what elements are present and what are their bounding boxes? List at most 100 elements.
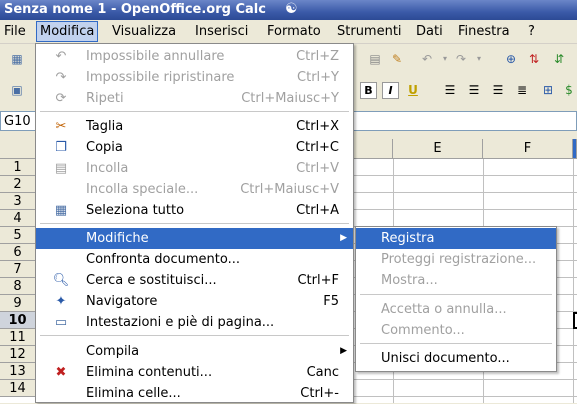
- edit-menu: ↶ Impossibile annullare Ctrl+Z ↷ Impossi…: [35, 43, 354, 403]
- row-header[interactable]: 8: [0, 278, 36, 295]
- menu-finestra[interactable]: Finestra: [455, 23, 513, 40]
- row-header[interactable]: 10: [0, 312, 36, 329]
- menu-bar: File Modifica Visualizza Inserisci Forma…: [0, 20, 577, 44]
- menu-dati[interactable]: Dati: [413, 23, 446, 40]
- menu-item-compare-document[interactable]: Confronta documento...: [36, 249, 353, 270]
- submenu-item-label: Mostra...: [381, 273, 438, 288]
- menu-item-copy[interactable]: ❐ Copia Ctrl+C: [36, 137, 353, 158]
- underline-icon[interactable]: U: [404, 81, 422, 99]
- formula-input[interactable]: [345, 111, 577, 131]
- new-document-icon[interactable]: ▦: [8, 50, 26, 68]
- menu-item-shortcut: Ctrl+X: [296, 119, 339, 134]
- menu-visualizza[interactable]: Visualizza: [109, 23, 179, 40]
- undo-icon: ↶: [55, 49, 67, 64]
- row-header[interactable]: 6: [0, 244, 36, 261]
- menu-item-label: Elimina celle...: [86, 386, 181, 401]
- menu-item-shortcut: Canc: [306, 365, 339, 380]
- openoffice-gull-icon: ☯: [285, 1, 298, 17]
- title-bar: Senza nome 1 - OpenOffice.org Calc ☯: [0, 0, 577, 20]
- menu-item-shortcut: Ctrl+F: [297, 273, 339, 288]
- row-header[interactable]: 1: [0, 159, 36, 176]
- menu-item-headers-footers[interactable]: ▭ Intestazioni e piè di pagina...: [36, 312, 353, 333]
- redo-toolbar-icon[interactable]: ↷: [452, 50, 470, 68]
- column-header-e[interactable]: E: [393, 139, 483, 159]
- row-header[interactable]: 13: [0, 363, 36, 380]
- menu-item-shortcut: Ctrl+-: [300, 386, 339, 401]
- menu-item-label: Impossibile ripristinare: [86, 70, 235, 85]
- row-header[interactable]: 9: [0, 295, 36, 312]
- row-header[interactable]: 7: [0, 261, 36, 278]
- column-header-g-selected[interactable]: [573, 139, 577, 159]
- submenu-item-accept-reject[interactable]: Accetta o annulla...: [356, 299, 556, 320]
- undo-toolbar-icon[interactable]: ↶: [418, 50, 436, 68]
- menu-item-redo[interactable]: ↷ Impossibile ripristinare Ctrl+Y: [36, 67, 353, 88]
- select-all-icon: ▦: [54, 203, 68, 218]
- align-left-icon[interactable]: ☰: [441, 81, 459, 99]
- submenu-item-comment[interactable]: Commento...: [356, 320, 556, 341]
- menu-item-find-replace[interactable]: 🔍︎ Cerca e sostituisci... Ctrl+F: [36, 270, 353, 291]
- menu-item-delete-cells[interactable]: Elimina celle... Ctrl+-: [36, 383, 353, 404]
- row-header[interactable]: 4: [0, 210, 36, 227]
- menu-item-label: Intestazioni e piè di pagina...: [86, 315, 275, 330]
- redo-icon: ↷: [55, 70, 67, 85]
- hyperlink-icon[interactable]: ⊕: [502, 50, 520, 68]
- grid-line: [573, 159, 574, 403]
- menu-modifica[interactable]: Modifica: [35, 21, 99, 42]
- menu-item-track-changes[interactable]: Modifiche ▶: [36, 228, 353, 249]
- italic-button[interactable]: I: [382, 82, 399, 99]
- sort-descending-icon[interactable]: ⇵: [550, 50, 568, 68]
- menu-item-label: Modifiche: [86, 231, 149, 246]
- menu-item-label: Incolla speciale...: [86, 182, 199, 197]
- cell-cursor: [573, 312, 577, 329]
- menu-item-cut[interactable]: ✂ Taglia Ctrl+X: [36, 116, 353, 137]
- align-center-icon[interactable]: ☰: [465, 81, 483, 99]
- menu-item-repeat[interactable]: ⟳ Ripeti Ctrl+Maiusc+Y: [36, 88, 353, 109]
- row-header[interactable]: 2: [0, 176, 36, 193]
- name-box[interactable]: G10: [0, 111, 40, 131]
- menu-item-shortcut: Ctrl+V: [296, 161, 339, 176]
- justify-icon[interactable]: ≣: [513, 81, 531, 99]
- column-header-f[interactable]: F: [483, 139, 573, 159]
- menu-separator: [40, 335, 349, 336]
- menu-item-select-all[interactable]: ▦ Seleziona tutto Ctrl+A: [36, 200, 353, 221]
- navigator-icon: ✦: [55, 294, 67, 309]
- paste-toolbar-icon[interactable]: ▤: [366, 50, 384, 68]
- menu-item-navigator[interactable]: ✦ Navigatore F5: [36, 291, 353, 312]
- submenu-item-label: Proteggi registrazione...: [381, 252, 537, 267]
- submenu-item-record[interactable]: Registra: [356, 228, 556, 249]
- submenu-item-merge-document[interactable]: Unisci documento...: [356, 348, 556, 369]
- styles-icon[interactable]: ▣: [8, 81, 26, 99]
- submenu-item-label: Registra: [381, 231, 435, 246]
- menu-item-label: Taglia: [86, 119, 124, 134]
- menu-item-undo[interactable]: ↶ Impossibile annullare Ctrl+Z: [36, 46, 353, 67]
- currency-icon[interactable]: $: [560, 81, 577, 99]
- menu-item-paste-special[interactable]: Incolla speciale... Ctrl+Maiusc+V: [36, 179, 353, 200]
- menu-strumenti[interactable]: Strumenti: [334, 23, 405, 40]
- row-header[interactable]: 14: [0, 380, 36, 397]
- window-title: Senza nome 1 - OpenOffice.org Calc: [4, 2, 266, 17]
- submenu-item-show[interactable]: Mostra...: [356, 270, 556, 291]
- sort-ascending-icon[interactable]: ⇅: [525, 50, 543, 68]
- redo-dropdown-icon[interactable]: ▾: [470, 50, 488, 68]
- scissors-icon: ✂: [55, 119, 67, 134]
- row-header[interactable]: 3: [0, 193, 36, 210]
- clone-formatting-icon[interactable]: ✎: [388, 50, 406, 68]
- menu-item-delete-contents[interactable]: ✖ Elimina contenuti... Canc: [36, 362, 353, 383]
- merge-cells-icon[interactable]: ⊞: [539, 81, 557, 99]
- menu-formato[interactable]: Formato: [264, 23, 324, 40]
- row-header[interactable]: 5: [0, 227, 36, 244]
- menu-item-fill[interactable]: Compila ▶: [36, 341, 353, 362]
- row-header[interactable]: 12: [0, 346, 36, 363]
- bold-button[interactable]: B: [360, 82, 377, 99]
- menu-inserisci[interactable]: Inserisci: [192, 23, 251, 40]
- copy-icon: ❐: [55, 140, 67, 155]
- corner-select-all[interactable]: [0, 139, 36, 159]
- menu-help[interactable]: ?: [525, 23, 538, 40]
- align-right-icon[interactable]: ☰: [489, 81, 507, 99]
- row-header[interactable]: 11: [0, 329, 36, 346]
- menu-item-shortcut: Ctrl+Z: [296, 49, 339, 64]
- menu-file[interactable]: File: [1, 23, 29, 40]
- submenu-item-protect-records[interactable]: Proteggi registrazione...: [356, 249, 556, 270]
- submenu-item-label: Accetta o annulla...: [381, 302, 507, 317]
- menu-item-paste[interactable]: ▤ Incolla Ctrl+V: [36, 158, 353, 179]
